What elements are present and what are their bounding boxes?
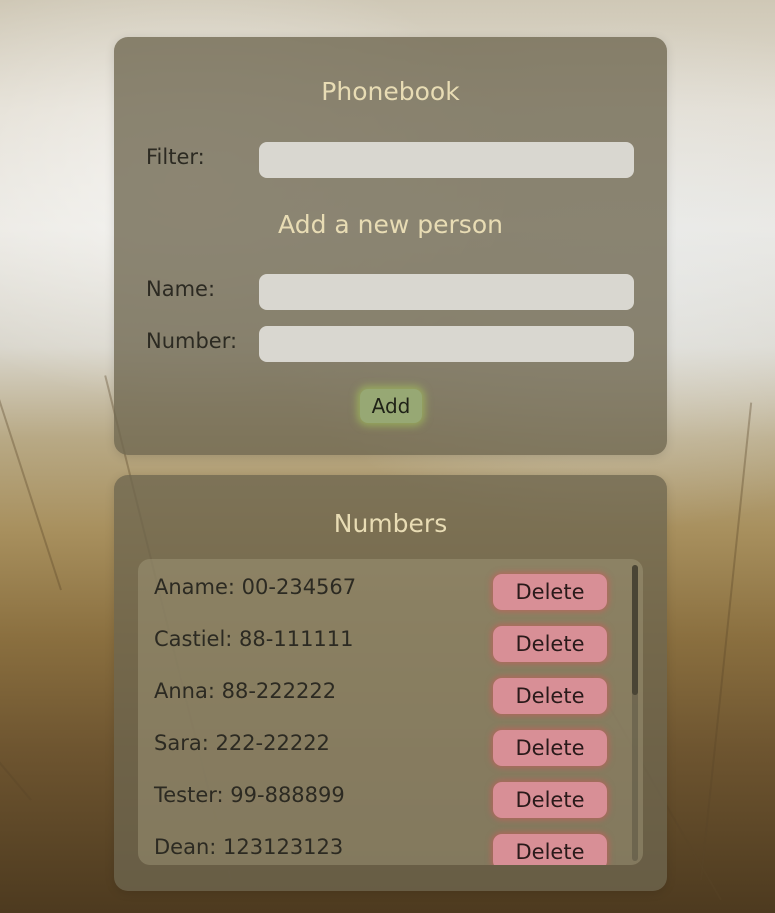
- wheat-stalk: [0, 190, 62, 591]
- phonebook-form-panel: Phonebook Filter: Add a new person Name:…: [114, 37, 667, 455]
- wheat-stalk: [700, 402, 753, 881]
- filter-input[interactable]: [259, 142, 634, 178]
- numbers-title: Numbers: [333, 509, 448, 538]
- delete-button[interactable]: Delete: [493, 782, 607, 818]
- scrollbar-thumb[interactable]: [632, 565, 638, 695]
- delete-button[interactable]: Delete: [493, 678, 607, 714]
- add-person-title: Add a new person: [278, 210, 503, 239]
- numbers-list-container[interactable]: Aname: 00-234567 Delete Castiel: 88-1111…: [138, 559, 643, 865]
- list-item: Sara: 222-22222 Delete: [138, 715, 628, 767]
- filter-label: Filter:: [146, 145, 205, 169]
- wheat-stalk: [0, 569, 32, 801]
- name-label: Name:: [146, 277, 216, 301]
- list-scrollbar[interactable]: [632, 565, 638, 861]
- phonebook-title: Phonebook: [321, 77, 460, 106]
- delete-button[interactable]: Delete: [493, 834, 607, 865]
- delete-button[interactable]: Delete: [493, 574, 607, 610]
- list-item: Castiel: 88-111111 Delete: [138, 611, 628, 663]
- list-item: Tester: 99-888899 Delete: [138, 767, 628, 819]
- list-item: Aname: 00-234567 Delete: [138, 559, 628, 611]
- list-item: Anna: 88-222222 Delete: [138, 663, 628, 715]
- number-input[interactable]: [259, 326, 634, 362]
- list-item: Dean: 123123123 Delete: [138, 819, 628, 865]
- entry-text: Dean: 123123123: [154, 835, 344, 859]
- entry-text: Anna: 88-222222: [154, 679, 337, 703]
- add-button[interactable]: Add: [360, 389, 422, 423]
- delete-button[interactable]: Delete: [493, 626, 607, 662]
- numbers-list: Aname: 00-234567 Delete Castiel: 88-1111…: [138, 559, 628, 865]
- entry-text: Tester: 99-888899: [154, 783, 345, 807]
- numbers-panel: Numbers Aname: 00-234567 Delete Castiel:…: [114, 475, 667, 891]
- entry-text: Aname: 00-234567: [154, 575, 357, 599]
- name-input[interactable]: [259, 274, 634, 310]
- entry-text: Sara: 222-22222: [154, 731, 330, 755]
- number-label: Number:: [146, 329, 238, 353]
- delete-button[interactable]: Delete: [493, 730, 607, 766]
- entry-text: Castiel: 88-111111: [154, 627, 354, 651]
